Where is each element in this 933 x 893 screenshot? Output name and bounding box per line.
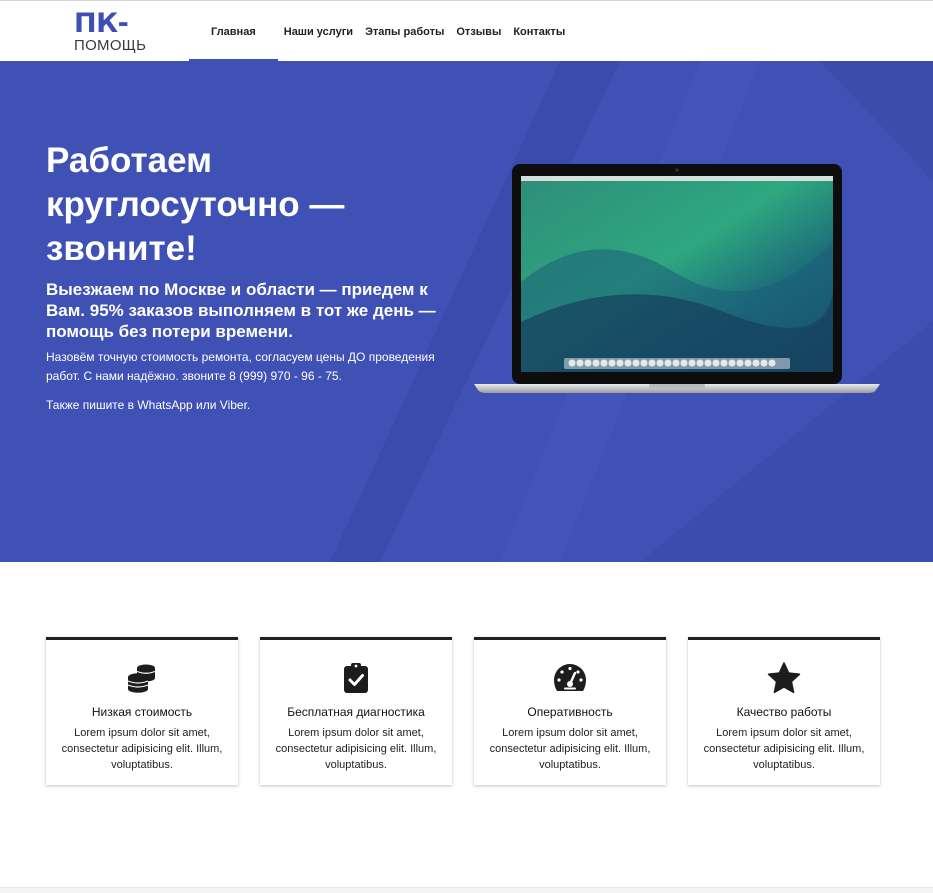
feature-card-low-cost: Низкая стоимость Lorem ipsum dolor sit a…: [46, 637, 238, 785]
feature-title: Бесплатная диагностика: [287, 705, 425, 719]
nav-item-contacts[interactable]: Контакты: [507, 1, 571, 62]
feature-card-efficiency: Оперативность Lorem ipsum dolor sit amet…: [474, 637, 666, 785]
site-header: ПК- ПОМОЩЬ Главная Наши услуги Этапы раб…: [0, 0, 933, 62]
hero-subtitle: Выезжаем по Москве и области — приедем к…: [46, 280, 436, 341]
hero-description: Назовём точную стоимость ремонта, соглас…: [46, 350, 435, 383]
feature-card-quality: Качество работы Lorem ipsum dolor sit am…: [688, 637, 880, 785]
hero-messenger-note: Также пишите в WhatsApp или Viber.: [46, 398, 251, 412]
nav-item-home[interactable]: Главная: [189, 1, 278, 62]
feature-title: Низкая стоимость: [91, 705, 193, 719]
nav-item-reviews[interactable]: Отзывы: [450, 1, 507, 62]
nav-item-stages[interactable]: Этапы работы: [359, 1, 450, 62]
clipboard-check-icon: [260, 662, 452, 696]
laptop-image: [474, 164, 880, 393]
feature-text: Lorem ipsum dolor sit amet, consectetur …: [703, 727, 865, 771]
feature-card-free-diagnostics: Бесплатная диагностика Lorem ipsum dolor…: [260, 637, 452, 785]
hero-text-block: Работаем круглосуточно — звоните! Выезжа…: [46, 139, 456, 425]
logo-main-text: ПК-: [74, 8, 129, 39]
coins-icon: [46, 662, 238, 696]
feature-title: Качество работы: [736, 705, 832, 719]
speedometer-icon: [474, 662, 666, 696]
main-nav: Главная Наши услуги Этапы работы Отзывы …: [189, 1, 571, 62]
feature-text: Lorem ipsum dolor sit amet, consectetur …: [61, 727, 223, 771]
feature-text: Lorem ipsum dolor sit amet, consectetur …: [489, 727, 651, 771]
star-icon: [688, 662, 880, 696]
footer-divider: [0, 887, 933, 893]
logo[interactable]: ПК- ПОМОЩЬ: [74, 10, 164, 56]
hero-title: Работаем круглосуточно — звоните!: [46, 141, 345, 268]
features-section: Низкая стоимость Lorem ipsum dolor sit a…: [46, 637, 880, 787]
hero-section: Работаем круглосуточно — звоните! Выезжа…: [0, 61, 933, 562]
feature-title: Оперативность: [527, 705, 613, 719]
feature-text: Lorem ipsum dolor sit amet, consectetur …: [275, 727, 437, 771]
nav-item-services[interactable]: Наши услуги: [278, 1, 359, 62]
logo-sub-text: ПОМОЩЬ: [74, 37, 147, 54]
